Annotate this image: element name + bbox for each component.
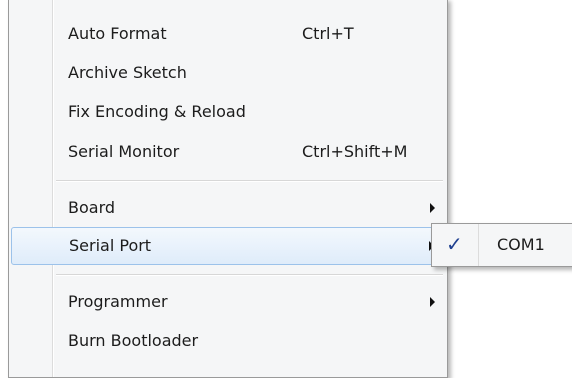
menu-separator (56, 274, 443, 276)
menu-item-label: Programmer (68, 292, 168, 311)
tools-menu: Auto Format Ctrl+T Archive Sketch Fix En… (8, 0, 448, 378)
menu-item-label: Fix Encoding & Reload (68, 102, 246, 121)
menu-item-serial-port[interactable]: Serial Port (11, 227, 445, 265)
menu-item-label: Serial Port (69, 236, 152, 255)
menu-separator (56, 180, 443, 182)
submenu-arrow-icon (430, 297, 435, 307)
checkmark-icon: ✓ (446, 232, 463, 256)
menu-item-label: Burn Bootloader (68, 331, 199, 350)
menu-item-label: Serial Monitor (68, 142, 180, 161)
menu-item-burn-bootloader[interactable]: Burn Bootloader (11, 322, 445, 360)
menu-item-auto-format[interactable]: Auto Format Ctrl+T (11, 15, 445, 53)
menu-item-serial-monitor[interactable]: Serial Monitor Ctrl+Shift+M (11, 133, 445, 171)
submenu-arrow-icon (430, 203, 435, 213)
menu-item-board[interactable]: Board (11, 189, 445, 227)
submenu-item-com1[interactable]: ✓ COM1 (434, 226, 572, 264)
menu-item-label: Board (68, 198, 116, 217)
submenu-item-label: COM1 (497, 235, 545, 254)
menu-item-shortcut: Ctrl+Shift+M (302, 142, 408, 161)
serial-port-submenu: ✓ COM1 (431, 223, 572, 267)
menu-item-label: Archive Sketch (68, 63, 187, 82)
menu-item-archive-sketch[interactable]: Archive Sketch (11, 54, 445, 92)
menu-item-programmer[interactable]: Programmer (11, 283, 445, 321)
menu-item-label: Auto Format (68, 24, 167, 43)
menu-item-fix-encoding-reload[interactable]: Fix Encoding & Reload (11, 93, 445, 131)
menu-item-shortcut: Ctrl+T (302, 24, 354, 43)
